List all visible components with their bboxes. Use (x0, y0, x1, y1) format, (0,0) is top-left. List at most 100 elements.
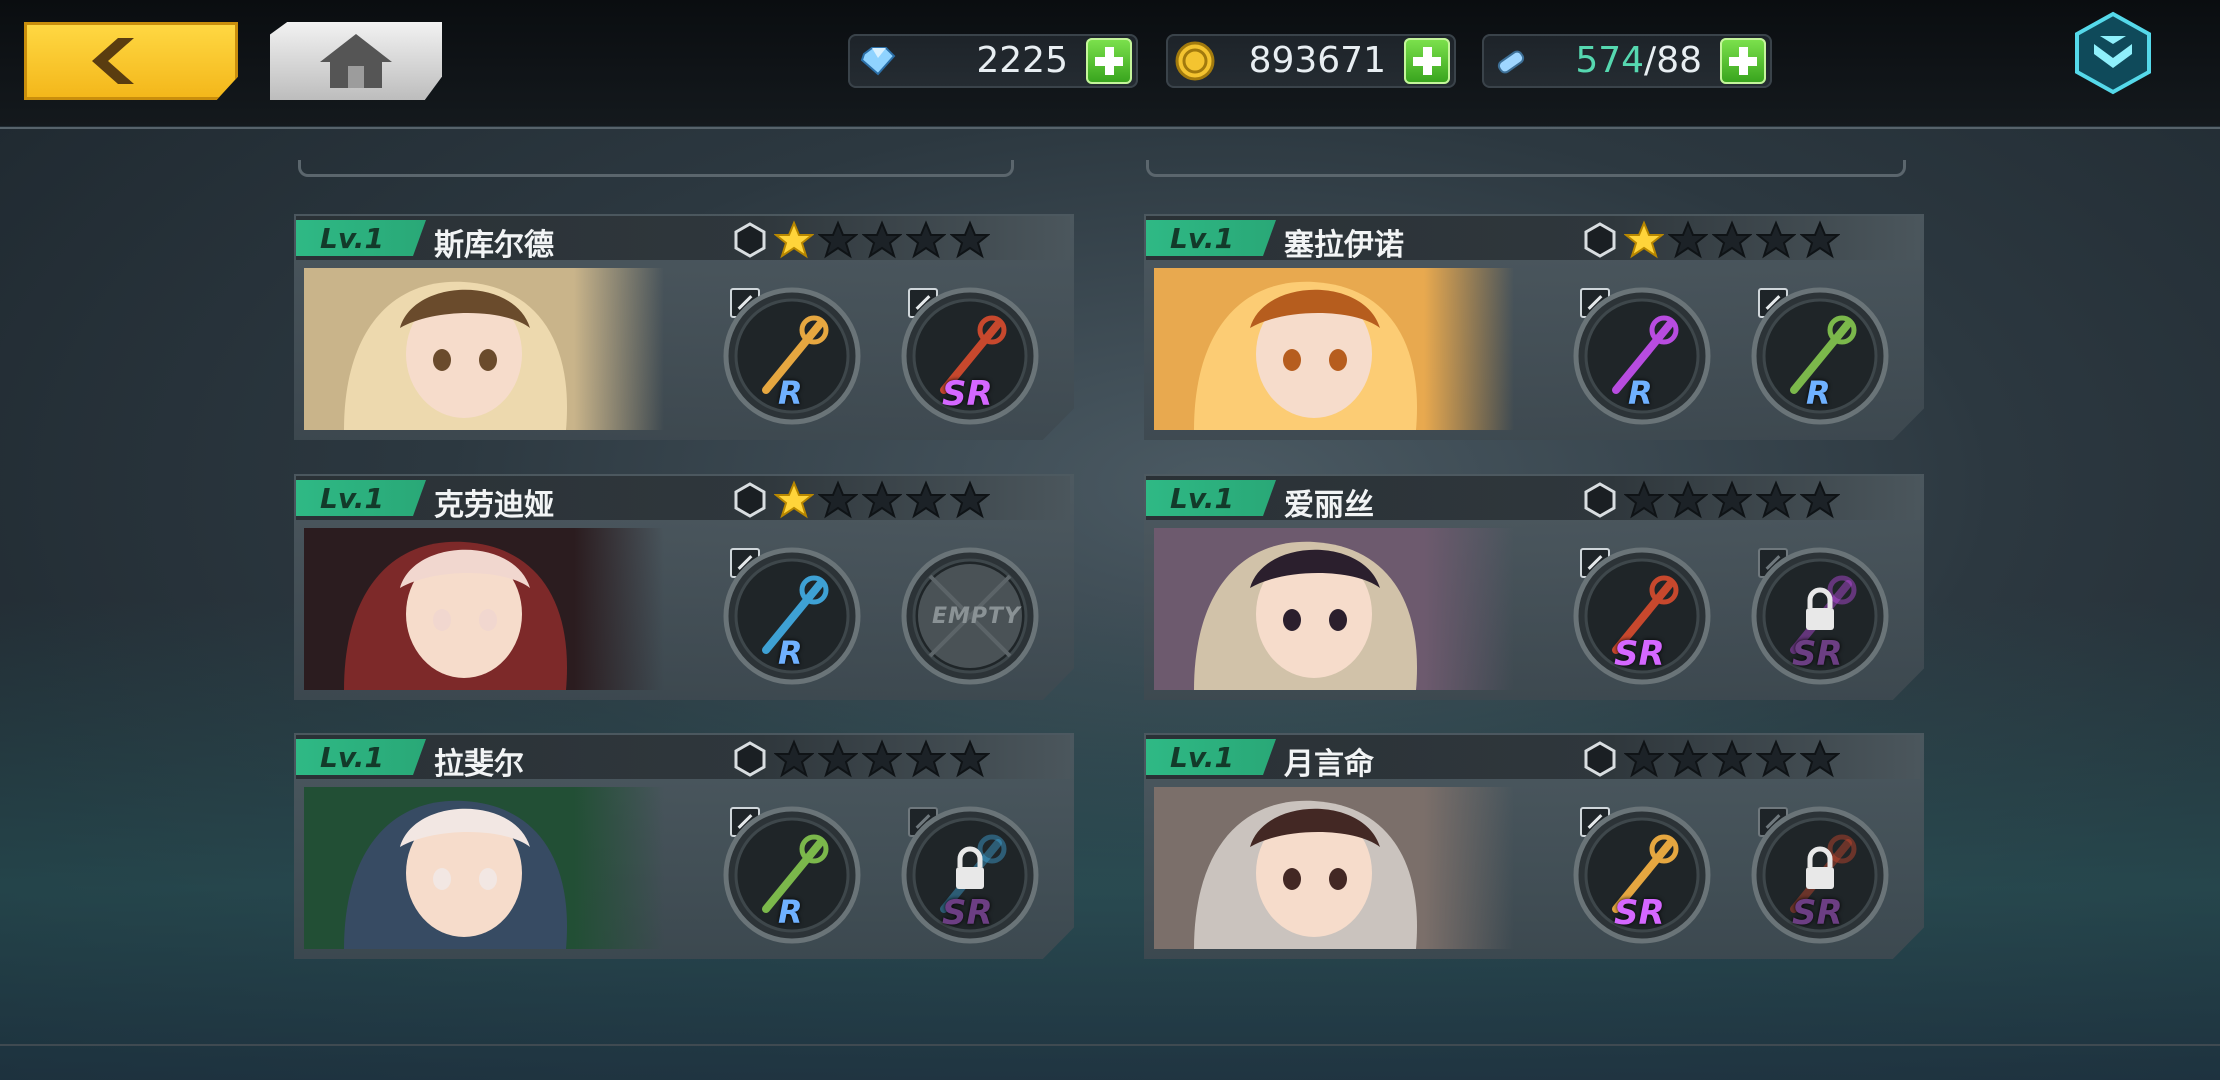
level-text: Lv.1 (1170, 482, 1234, 515)
level-badge: Lv.1 (296, 480, 426, 516)
character-name: 斯库尔德 (434, 228, 554, 263)
star-empty-icon (1756, 220, 1796, 259)
weapon-rarity-label: SR (1792, 893, 1843, 933)
character-name: 克劳迪娅 (434, 488, 554, 523)
add-stamina-button[interactable] (1720, 38, 1766, 84)
star-empty-icon (1624, 739, 1664, 778)
hexagon-icon (734, 482, 766, 518)
character-portrait-image (304, 268, 664, 430)
star-rating (1624, 220, 1840, 260)
star-empty-icon (862, 739, 902, 778)
weapon-rarity-label: R (778, 634, 803, 672)
star-empty-icon (1668, 220, 1708, 259)
star-filled-icon (1624, 220, 1664, 259)
weapon-rarity-label: SR (1614, 634, 1665, 674)
empty-slot-label: EMPTY (932, 604, 1021, 629)
back-button[interactable] (24, 22, 238, 100)
weapon-rarity-label: SR (1614, 893, 1665, 933)
level-badge: Lv.1 (296, 739, 426, 775)
star-empty-icon (1712, 739, 1752, 778)
level-text: Lv.1 (320, 741, 384, 774)
level-badge: Lv.1 (1146, 480, 1276, 516)
character-portrait-image (304, 528, 664, 690)
star-empty-icon (862, 220, 902, 259)
star-empty-icon (1756, 739, 1796, 778)
level-text: Lv.1 (320, 482, 384, 515)
star-empty-icon (818, 220, 858, 259)
add-gold-button[interactable] (1404, 38, 1450, 84)
star-empty-icon (1668, 739, 1708, 778)
character-name: 塞拉伊诺 (1284, 228, 1404, 263)
diamond-counter: 2225 (848, 34, 1138, 88)
menu-button[interactable] (2072, 10, 2154, 96)
character-card[interactable]: Lv.1 月言命 SR SR (1144, 733, 1924, 959)
character-card[interactable]: Lv.1 克劳迪娅 R EMPTY (294, 474, 1074, 700)
level-badge: Lv.1 (1146, 220, 1276, 256)
star-empty-icon (1712, 220, 1752, 259)
hexagon-icon (734, 741, 766, 777)
add-diamond-button[interactable] (1086, 38, 1132, 84)
character-name: 拉斐尔 (434, 747, 524, 782)
star-empty-icon (950, 739, 990, 778)
hexagon-icon (1584, 482, 1616, 518)
character-portrait[interactable] (304, 787, 664, 949)
diamond-value: 2225 (976, 40, 1068, 81)
stamina-value: 574/88 (1575, 38, 1702, 84)
weapon-rarity-label: SR (942, 893, 993, 933)
stamina-counter: 574/88 (1482, 34, 1772, 88)
home-button[interactable] (270, 22, 442, 100)
level-badge: Lv.1 (296, 220, 426, 256)
hexagon-icon (1584, 222, 1616, 258)
list-row-divider (298, 160, 1014, 177)
star-empty-icon (1756, 480, 1796, 519)
character-card[interactable]: Lv.1 爱丽丝 SR SR (1144, 474, 1924, 700)
stamina-current: 574 (1575, 40, 1645, 81)
character-portrait[interactable] (304, 268, 664, 430)
star-empty-icon (950, 480, 990, 519)
character-card[interactable]: Lv.1 拉斐尔 R SR (294, 733, 1074, 959)
star-empty-icon (1800, 739, 1840, 778)
character-card[interactable]: Lv.1 斯库尔德 R SR (294, 214, 1074, 440)
star-rating (1624, 480, 1840, 520)
character-portrait-image (304, 787, 664, 949)
diamond-icon (860, 47, 896, 76)
level-text: Lv.1 (1170, 741, 1234, 774)
star-empty-icon (1800, 480, 1840, 519)
character-portrait[interactable] (1154, 268, 1514, 430)
character-portrait[interactable] (304, 528, 664, 690)
star-empty-icon (906, 480, 946, 519)
star-empty-icon (774, 739, 814, 778)
gold-coin-icon (1175, 41, 1215, 81)
character-portrait-image (1154, 268, 1514, 430)
list-row-divider (1146, 160, 1906, 177)
star-empty-icon (950, 220, 990, 259)
chevron-down-menu-icon (2075, 11, 2151, 95)
chevron-left-icon (92, 38, 134, 84)
level-badge: Lv.1 (1146, 739, 1276, 775)
stamina-icon (1497, 50, 1525, 74)
weapon-rarity-label: SR (1792, 634, 1843, 674)
character-name: 月言命 (1284, 747, 1374, 782)
character-portrait-image (1154, 528, 1514, 690)
hexagon-icon (1584, 741, 1616, 777)
character-portrait[interactable] (1154, 787, 1514, 949)
star-rating (774, 739, 990, 779)
star-empty-icon (818, 739, 858, 778)
stamina-separator: / (1644, 40, 1657, 81)
character-card[interactable]: Lv.1 塞拉伊诺 R R (1144, 214, 1924, 440)
star-empty-icon (1624, 480, 1664, 519)
star-empty-icon (862, 480, 902, 519)
star-empty-icon (906, 220, 946, 259)
hexagon-icon (734, 222, 766, 258)
weapon-rarity-label: SR (942, 374, 993, 414)
bottom-divider (0, 1044, 2220, 1046)
star-empty-icon (906, 739, 946, 778)
character-name: 爱丽丝 (1284, 488, 1374, 523)
star-rating (1624, 739, 1840, 779)
star-empty-icon (1800, 220, 1840, 259)
star-rating (774, 220, 990, 260)
character-portrait[interactable] (1154, 528, 1514, 690)
gold-value: 893671 (1248, 40, 1386, 81)
level-text: Lv.1 (1170, 222, 1234, 255)
weapon-rarity-label: R (1806, 374, 1831, 412)
